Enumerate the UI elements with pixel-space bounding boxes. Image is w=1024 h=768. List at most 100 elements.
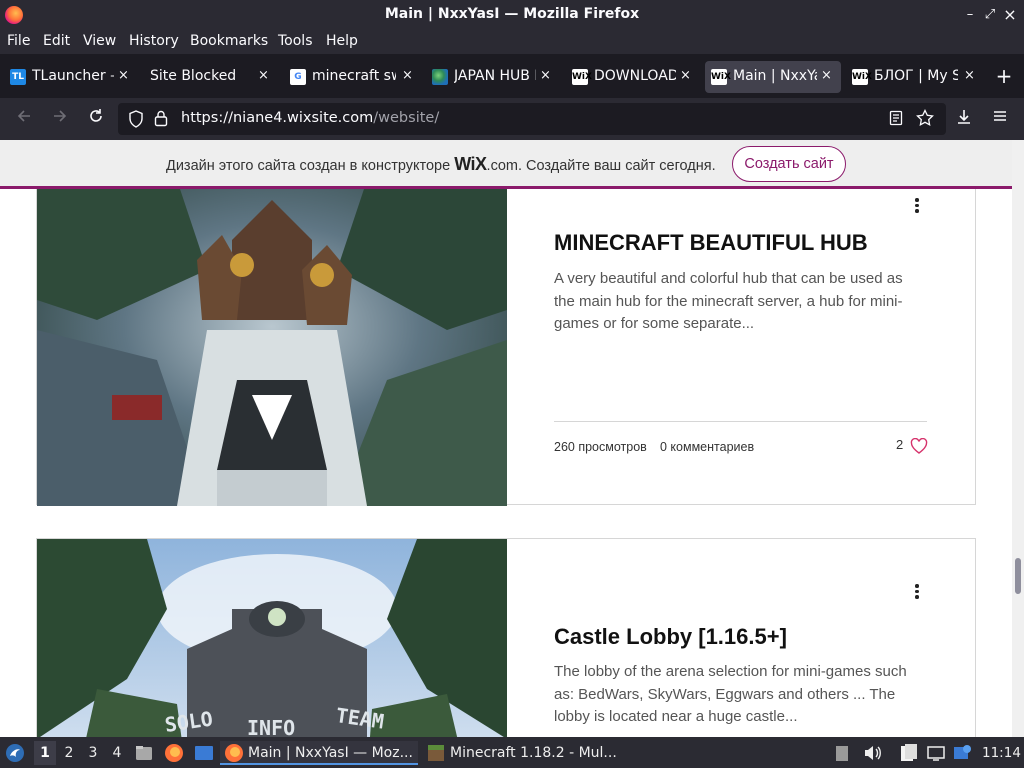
desktop-taskbar: 1 2 3 4 Main | NxxYasI — Moz... Minecraf… [0,737,1024,768]
tab-label: TLauncher – [32,68,114,84]
reload-button[interactable] [84,108,108,130]
tab-main-active[interactable]: WiX Main | NxxYa × [705,61,841,93]
like-count: 2 [896,437,904,452]
menu-edit[interactable]: Edit [43,33,70,49]
tab-tlauncher[interactable]: TL TLauncher – × [4,61,136,93]
menu-bookmarks[interactable]: Bookmarks [190,33,268,49]
arrow-left-icon [17,110,30,122]
file-manager-launcher[interactable] [134,741,156,765]
downloads-button[interactable] [952,108,976,130]
workspace-3[interactable]: 3 [82,741,104,765]
taskbar-item-firefox[interactable]: Main | NxxYasI — Moz... [220,741,418,765]
menu-history[interactable]: History [129,33,179,49]
notes-tray[interactable] [898,741,920,765]
taskbar-item-label: Main | NxxYasI — Moz... [248,745,413,761]
notes-icon [901,744,917,761]
url-text[interactable]: https://niane4.wixsite.com/website/ [181,110,439,126]
maximize-button[interactable]: ⤢ [980,5,1000,25]
menu-bar: File Edit View History Bookmarks Tools H… [0,30,1024,54]
tab-japan-hub[interactable]: JAPAN HUB L × [426,61,558,93]
reload-icon [90,109,102,122]
post-excerpt: A very beautiful and colorful hub that c… [554,270,903,332]
bookmark-star-icon[interactable] [916,108,934,131]
navigation-bar: https://niane4.wixsite.com/website/ [0,98,1024,140]
tab-download[interactable]: WiX DOWNLOAD × [566,61,700,93]
back-button[interactable] [12,108,36,130]
taskbar-item-minecraft[interactable]: Minecraft 1.18.2 - Mul... [422,741,622,765]
clipboard-tray[interactable] [834,741,852,765]
firefox-icon [165,744,183,762]
reader-view-icon[interactable] [888,110,904,130]
workspace-1[interactable]: 1 [34,741,56,765]
firefox-launcher[interactable] [164,741,186,765]
network-tray[interactable] [926,741,948,765]
post-comments: 0 комментариев [660,440,755,454]
tab-close-icon[interactable]: × [258,68,269,83]
menu-help[interactable]: Help [326,33,358,49]
menu-view[interactable]: View [83,33,116,49]
arrow-right-icon [54,110,67,122]
blog-post-card[interactable]: MINECRAFT BEAUTIFUL HUB A very beautiful… [36,189,976,506]
url-path: /website/ [373,110,440,126]
tab-close-icon[interactable]: × [118,68,129,83]
google-icon: G [290,69,306,85]
wix-ad-banner: Дизайн этого сайта создан в конструкторе… [0,140,1012,189]
post-like-button[interactable]: 2 [896,437,928,454]
post-more-options-icon[interactable] [909,196,925,216]
blog-post-card[interactable]: SOLO INFO TEAM Castle Lobby [1.16.5+] Th… [36,538,976,737]
post-title[interactable]: Castle Lobby [1.16.5+] [554,624,787,650]
tab-strip: TL TLauncher – × Site Blocked × G minecr… [0,54,1024,98]
url-bar[interactable]: https://niane4.wixsite.com/website/ [118,103,946,135]
tab-label: БЛОГ | My S [874,68,958,84]
workspace-2[interactable]: 2 [58,741,80,765]
tab-label: minecraft sw [312,68,396,84]
new-tab-button[interactable]: + [994,66,1014,86]
minimize-button[interactable]: – [960,5,980,25]
wix-icon: WiX [572,69,592,85]
post-title[interactable]: MINECRAFT BEAUTIFUL HUB [554,230,868,256]
workspace-4[interactable]: 4 [106,741,128,765]
forward-button[interactable] [48,108,72,130]
window-titlebar: Main | NxxYasI — Mozilla Firefox – ⤢ × [0,0,1024,30]
menu-file[interactable]: File [7,33,30,49]
show-desktop-button[interactable] [194,741,216,765]
post-more-options-icon[interactable] [909,582,925,602]
close-window-button[interactable]: × [1000,5,1020,25]
banner-text-after: .com. Создайте ваш сайт сегодня. [486,158,716,174]
tlauncher-icon: TL [10,69,26,85]
banner-text-before: Дизайн этого сайта создан в конструкторе [166,158,455,174]
volume-tray[interactable] [862,741,884,765]
tab-minecraft-search[interactable]: G minecraft sw × [284,61,420,93]
lock-icon[interactable] [154,109,168,131]
minecraft-icon [428,745,444,761]
tab-close-icon[interactable]: × [540,68,551,83]
wix-icon: WiX [711,69,731,85]
window-title: Main | NxxYasI — Mozilla Firefox [384,6,640,22]
app-menu-button[interactable] [988,108,1012,130]
create-site-button[interactable]: Создать сайт [732,146,846,182]
globe-icon [432,69,448,85]
app-launcher-button[interactable] [4,741,28,765]
menu-tools[interactable]: Tools [278,33,313,49]
tab-close-icon[interactable]: × [402,68,413,83]
scrollbar-thumb[interactable] [1015,558,1021,594]
page-scrollbar[interactable] [1012,140,1024,737]
image-sign-info: INFO [247,716,295,737]
update-tray[interactable] [952,741,974,765]
heart-icon [910,437,928,454]
tab-blog[interactable]: WiX БЛОГ | My S × [846,61,982,93]
desktop-icon [195,746,213,760]
tab-close-icon[interactable]: × [964,68,975,83]
tab-site-blocked[interactable]: Site Blocked × [142,61,278,93]
tab-label: JAPAN HUB L [454,68,536,84]
shield-icon[interactable] [128,110,144,132]
wix-logo: WiX [454,154,487,174]
tab-close-icon[interactable]: × [821,68,832,83]
post-thumbnail-image[interactable]: SOLO INFO TEAM [37,539,507,737]
speaker-icon [865,746,881,760]
tab-close-icon[interactable]: × [680,68,691,83]
post-thumbnail-image[interactable] [37,189,507,506]
hamburger-menu-icon [994,111,1006,121]
clock[interactable]: 11:14 [982,741,1022,765]
post-excerpt: The lobby of the arena selection for min… [554,663,907,725]
